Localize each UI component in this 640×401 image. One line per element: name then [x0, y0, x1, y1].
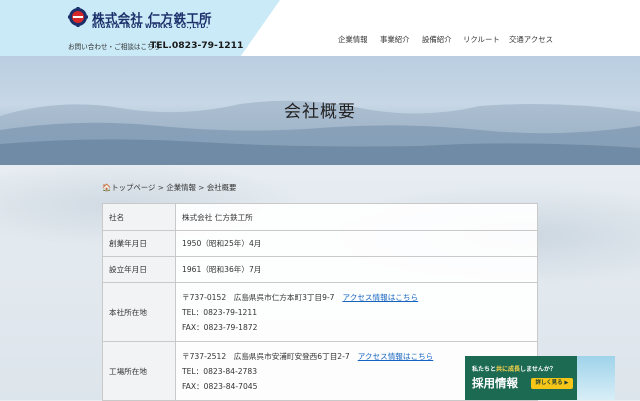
page-title: 会社概要 — [284, 102, 356, 122]
value-line: 1950（昭和25年）4月 — [182, 239, 262, 248]
access-link-factory[interactable]: アクセス情報はこちら — [358, 352, 434, 361]
breadcrumb-current: 会社概要 — [206, 183, 237, 192]
company-logo-icon[interactable] — [68, 7, 88, 27]
breadcrumb-parent[interactable]: 企業情報 — [166, 183, 196, 192]
table-row: 本社所在地 〒737-0152 広島県呉市仁方本町3丁目9-7 アクセス情報はこち… — [102, 282, 538, 342]
breadcrumb-separator: > — [157, 183, 164, 192]
access-link-head-office[interactable]: アクセス情報はこちら — [343, 293, 419, 302]
table-row: 創業年月日 1950（昭和25年）4月 — [102, 230, 538, 257]
breadcrumb-separator: > — [198, 183, 205, 192]
nav-item-business[interactable]: 事業紹介 — [380, 34, 410, 45]
address-text: 〒737-2512 広島県呉市安浦町安登西6丁目2-7 — [182, 351, 350, 361]
row-value: 株式会社 仁方鉄工所 — [175, 203, 538, 231]
recruit-more-button[interactable]: 詳しく見る ▶ — [531, 378, 573, 389]
row-key: 社名 — [102, 203, 176, 231]
nav-item-company[interactable]: 企業情報 — [338, 34, 368, 45]
nav-item-equipment[interactable]: 設備紹介 — [422, 34, 452, 45]
breadcrumb-home[interactable]: トップページ — [111, 183, 155, 192]
nav-item-access[interactable]: 交通アクセス — [509, 34, 553, 45]
home-icon[interactable]: 🏠 — [102, 183, 111, 192]
table-row: 社名 株式会社 仁方鉄工所 — [102, 203, 538, 231]
company-name-en: NIGATA IRON WORKS CO.,LTD. — [92, 23, 209, 30]
table-row: 設立年月日 1961（昭和36年）7月 — [102, 256, 538, 283]
recruit-banner[interactable]: 私たちと共に成長しませんか？ 採用情報 詳しく見る ▶ — [465, 356, 615, 400]
address-text: 〒737-0152 広島県呉市仁方本町3丁目9-7 — [182, 292, 335, 302]
row-key: 設立年月日 — [102, 256, 176, 283]
value-line: 〒737-0152 広島県呉市仁方本町3丁目9-7 アクセス情報はこちら — [182, 290, 531, 305]
value-line: 株式会社 仁方鉄工所 — [182, 212, 253, 222]
global-nav: 企業情報 事業紹介 設備紹介 リクルート 交通アクセス — [0, 34, 640, 48]
recruit-title: 採用情報 — [472, 376, 518, 390]
row-key: 本社所在地 — [102, 282, 176, 342]
row-value: 〒737-0152 広島県呉市仁方本町3丁目9-7 アクセス情報はこちら TEL：… — [175, 282, 538, 342]
recruit-tagline: 私たちと共に成長しませんか？ — [472, 366, 556, 373]
recruit-photo — [577, 356, 615, 400]
breadcrumb: 🏠トップページ > 企業情報 > 会社概要 — [102, 182, 236, 193]
hero-banner: 会社概要 — [0, 56, 640, 165]
value-line: TEL：0823-79-1211 — [182, 307, 258, 317]
row-value: 1950（昭和25年）4月 — [175, 230, 538, 257]
value-line: FAX：0823-79-1872 — [182, 322, 258, 332]
row-value: 1961（昭和36年）7月 — [175, 256, 538, 283]
row-key: 創業年月日 — [102, 230, 176, 257]
site-header: 株式会社 仁方鉄工所 NIGATA IRON WORKS CO.,LTD. お問… — [0, 0, 640, 56]
value-line: 1961（昭和36年）7月 — [182, 265, 262, 274]
row-key: 工場所在地 — [102, 341, 176, 401]
nav-item-recruit[interactable]: リクルート — [463, 34, 500, 45]
